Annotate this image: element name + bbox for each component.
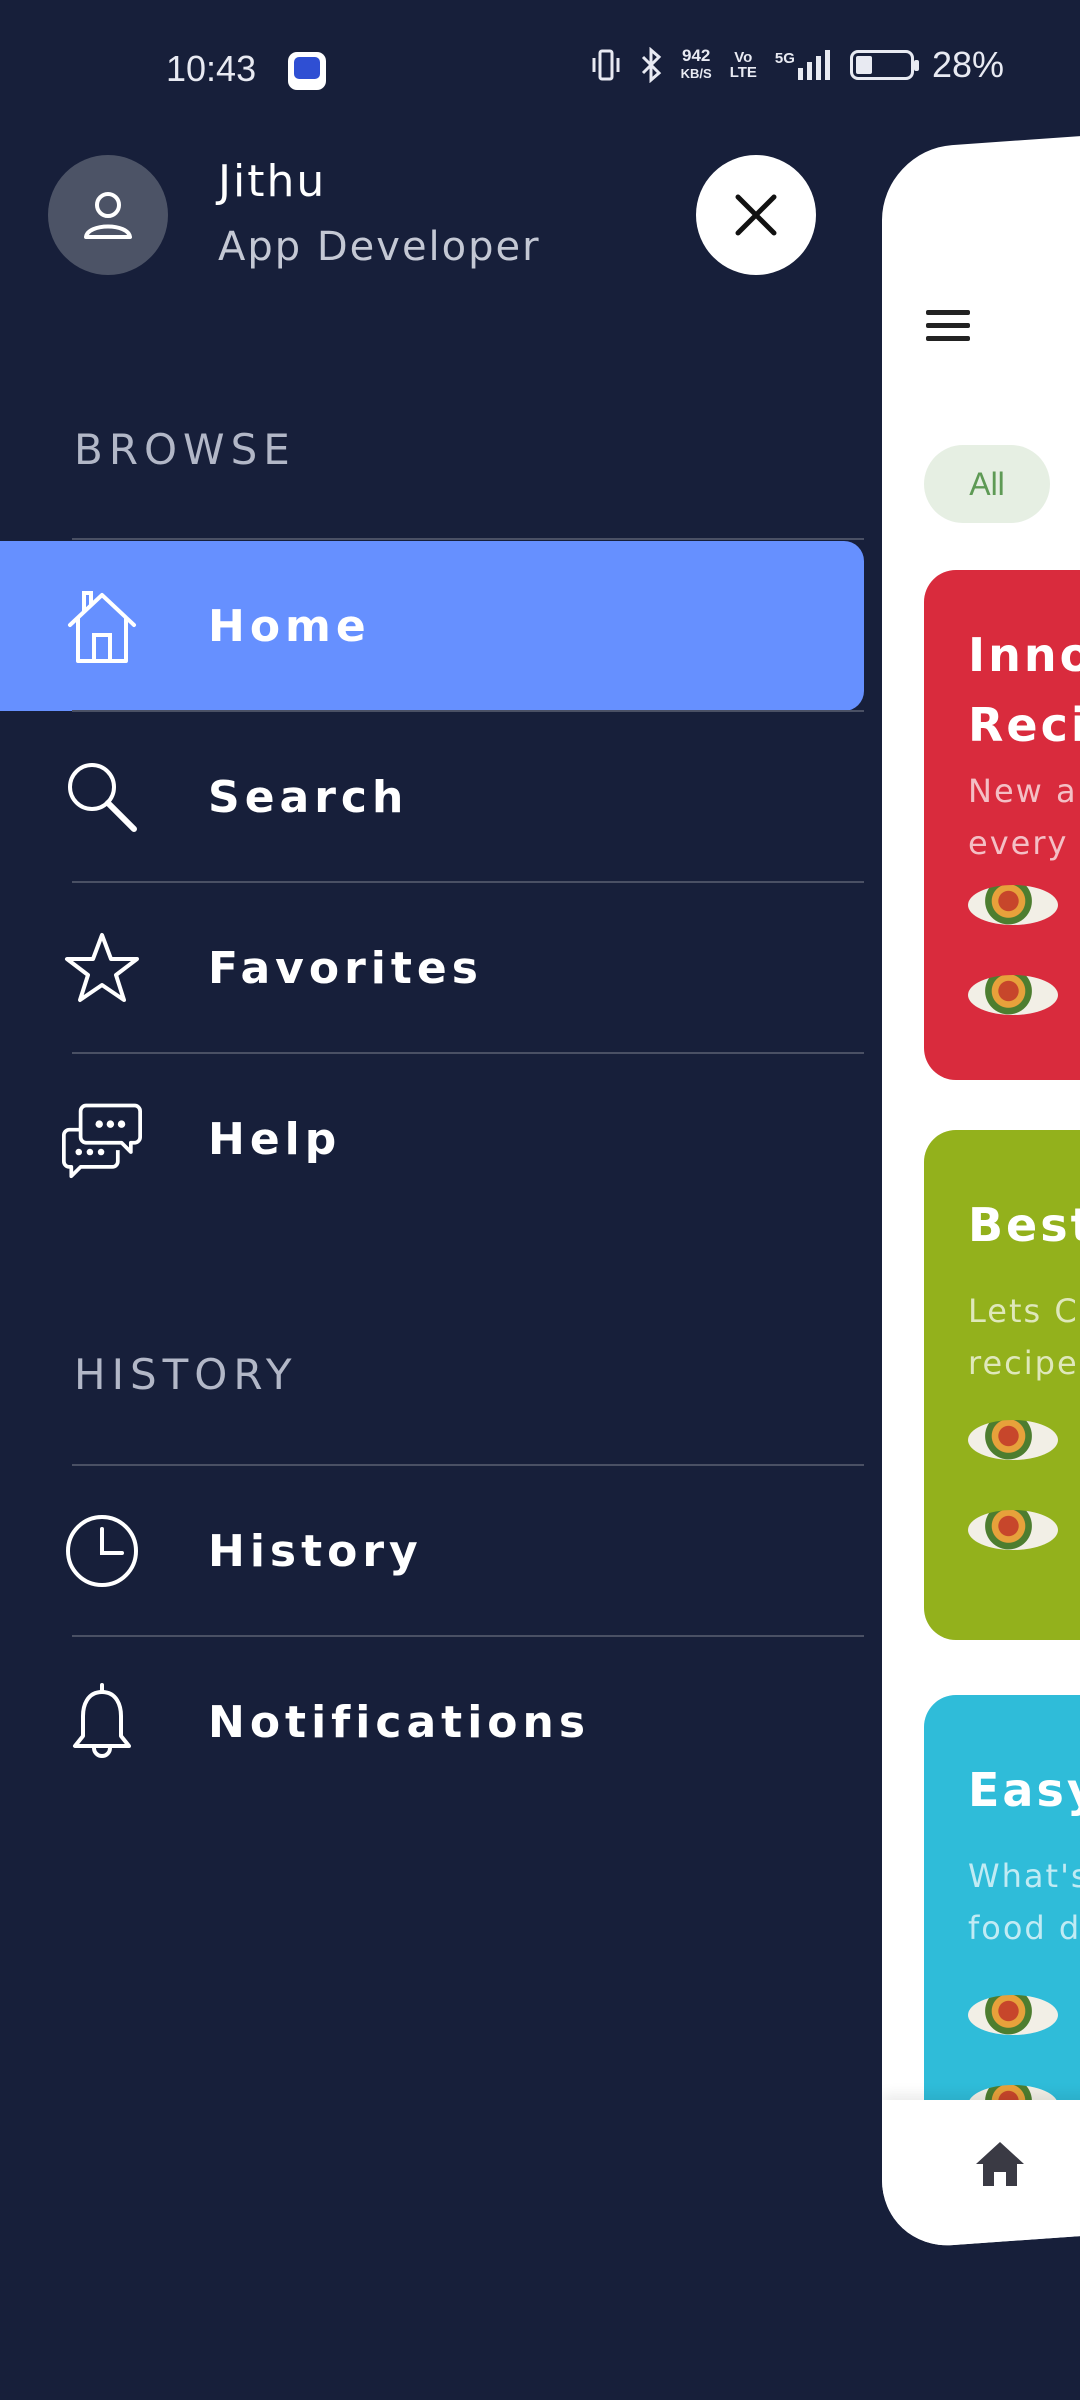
menu-item-help[interactable]: Help <box>0 1054 864 1224</box>
clock-icon <box>62 1511 142 1591</box>
menu-item-search[interactable]: Search <box>0 712 864 882</box>
close-icon <box>735 194 777 236</box>
dish-image <box>968 885 1058 925</box>
filter-chip-all[interactable]: All <box>924 445 1050 523</box>
status-icons: 942 KB/S Vo LTE 5G 28% <box>591 44 1004 86</box>
battery-percent: 28% <box>931 44 1004 85</box>
volte-indicator: Vo LTE <box>730 50 757 80</box>
card-title: Easy <box>968 1763 1080 1817</box>
menu-label-history: History <box>208 1525 423 1577</box>
menu-item-notifications[interactable]: Notifications <box>0 1637 864 1807</box>
card-subtitle: New an every M <box>968 772 1080 862</box>
divider <box>72 538 864 540</box>
card-subtitle: Lets Co recipes <box>968 1292 1080 1382</box>
bell-icon <box>62 1682 142 1762</box>
profile-name: Jithu <box>218 156 327 207</box>
user-icon <box>84 192 132 239</box>
vibrate-icon <box>592 49 620 81</box>
recipe-card[interactable]: Best Lets Co recipes <box>924 1130 1080 1640</box>
menu-item-history[interactable]: History <box>0 1466 864 1636</box>
card-title: Best <box>968 1198 1080 1252</box>
status-bar: 10:43 942 KB/S Vo LTE 5G 28% <box>0 0 1080 140</box>
network-speed-value: 942 <box>681 46 711 65</box>
dish-image <box>968 1510 1058 1550</box>
profile-role: App Developer <box>218 224 541 270</box>
menu-item-home[interactable]: Home <box>0 541 864 711</box>
menu-label-home: Home <box>208 600 371 652</box>
section-title-browse: BROWSE <box>74 425 296 474</box>
menu-label-notifications: Notifications <box>208 1696 591 1748</box>
search-icon <box>62 757 142 837</box>
dish-image <box>968 1995 1058 2035</box>
card-subtitle: What's food di <box>968 1857 1080 1947</box>
volte-bottom: LTE <box>729 64 757 81</box>
recipe-card[interactable]: Innov Recip New an every M <box>924 570 1080 1080</box>
home-tab-icon[interactable] <box>974 2140 1026 2188</box>
chat-bubbles-icon <box>62 1099 142 1179</box>
dish-image <box>968 1420 1058 1460</box>
section-title-history: HISTORY <box>74 1350 298 1399</box>
app-preview-panel[interactable]: All Innov Recip New an every M Best Lets… <box>882 129 1080 2250</box>
close-drawer-button[interactable] <box>696 155 816 275</box>
signal-indicator: 5G <box>775 50 832 80</box>
app-notification-icon <box>288 52 326 90</box>
dish-image <box>968 975 1058 1015</box>
network-speed-unit: KB/S <box>680 66 712 81</box>
avatar[interactable] <box>48 155 168 275</box>
menu-item-favorites[interactable]: Favorites <box>0 883 864 1053</box>
menu-label-search: Search <box>208 771 409 823</box>
hamburger-menu-icon[interactable] <box>926 310 970 349</box>
menu-label-favorites: Favorites <box>208 942 483 994</box>
volte-top: Vo <box>734 49 753 66</box>
star-icon <box>62 928 142 1008</box>
battery-icon <box>849 50 919 80</box>
menu-label-help: Help <box>208 1113 342 1165</box>
bluetooth-icon <box>641 47 661 83</box>
signal-bars-icon <box>797 50 830 80</box>
network-type: 5G <box>774 50 795 67</box>
network-speed: 942 KB/S <box>681 47 712 83</box>
card-title: Innov Recip <box>968 628 1080 752</box>
bottom-navigation <box>882 2100 1080 2250</box>
home-icon <box>62 586 142 666</box>
status-time: 10:43 <box>166 48 257 89</box>
